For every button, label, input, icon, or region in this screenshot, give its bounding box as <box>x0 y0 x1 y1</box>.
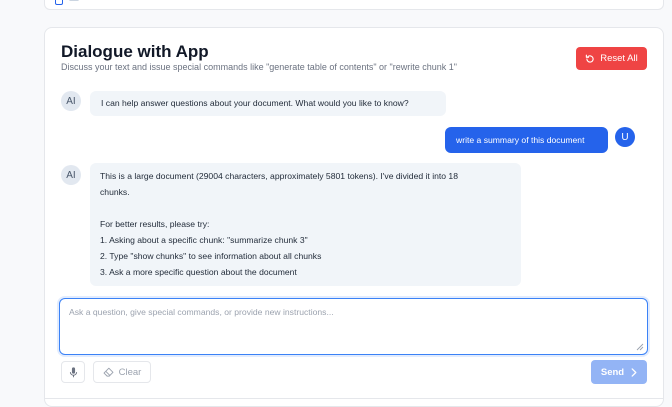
send-button[interactable]: Send <box>591 360 647 384</box>
message-line: This is a large document (29004 characte… <box>100 171 458 181</box>
divider <box>44 398 664 399</box>
ai-message: This is a large document (29004 characte… <box>90 163 521 286</box>
message-line: write a summary of this document <box>456 135 585 145</box>
message-line: 2. Type "show chunks" to see information… <box>100 251 322 261</box>
refresh-icon <box>586 54 594 63</box>
ai-message: I can help answer questions about your d… <box>90 91 446 116</box>
resize-handle-icon[interactable] <box>636 343 644 351</box>
message-line <box>100 200 511 216</box>
truncated-label <box>69 0 79 1</box>
message-line: 1. Asking about a specific chunk: "summa… <box>100 235 308 245</box>
user-message: write a summary of this document <box>445 127 608 153</box>
ai-avatar: AI <box>61 165 81 185</box>
eraser-icon <box>103 367 114 377</box>
send-label: Send <box>600 366 625 378</box>
reset-all-label: Reset All <box>600 53 638 64</box>
clear-button[interactable]: Clear <box>93 361 151 383</box>
message-line: I can help answer questions about your d… <box>101 98 409 108</box>
message-line: chunks. <box>100 187 130 197</box>
microphone-button[interactable] <box>61 361 85 383</box>
message-line: 3. Ask a more specific question about th… <box>100 267 297 277</box>
previous-section-card <box>44 0 664 10</box>
chevron-right-icon <box>631 367 637 377</box>
panel-subtitle: Discuss your text and issue special comm… <box>61 62 457 72</box>
checkbox-icon <box>55 0 63 5</box>
microphone-icon <box>69 366 77 377</box>
reset-all-button[interactable]: Reset All <box>576 47 647 70</box>
user-avatar: U <box>615 127 635 147</box>
panel-title: Dialogue with App <box>61 42 209 61</box>
clear-label: Clear <box>118 366 142 378</box>
ai-avatar: AI <box>61 91 81 111</box>
message-line: For better results, please try: <box>100 219 210 229</box>
message-input[interactable] <box>60 299 647 354</box>
message-input-container <box>59 298 648 355</box>
